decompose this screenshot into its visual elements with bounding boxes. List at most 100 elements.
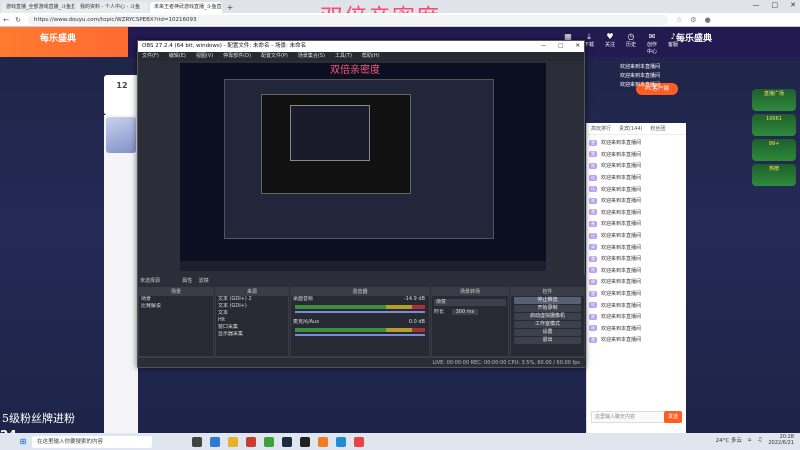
tab-fans[interactable]: 粉丝团 xyxy=(646,123,669,134)
profile-icon[interactable]: ● xyxy=(705,16,711,24)
obs-menubar: 文件(F) 编辑(E) 视图(V) 停靠部件(D) 配置文件(P) 场景集合(S… xyxy=(138,52,584,61)
obs-maximize-button[interactable]: □ xyxy=(558,41,563,52)
settings-button[interactable]: 设置 xyxy=(514,329,581,336)
menu-edit[interactable]: 编辑(E) xyxy=(169,52,186,61)
url-input[interactable]: https://www.douyu.com/topic/WZRYCSPEBX?r… xyxy=(28,14,668,25)
chat-row: 贰欢迎来到本直播间 xyxy=(589,311,684,323)
scenes-dock: 场景 场景 比赛解说 xyxy=(138,287,214,357)
obs-preview[interactable]: 双倍亲密度 xyxy=(180,63,546,271)
chat-row: 玖欢迎来到本直播间 xyxy=(589,299,684,311)
chat-row: 伍欢迎来到本直播间 xyxy=(589,230,684,242)
chat-row: 壹欢迎来到本直播间 xyxy=(589,149,684,161)
fan-badge: 贰 xyxy=(589,313,597,320)
obs-icon[interactable] xyxy=(300,436,310,447)
back-icon[interactable]: ← xyxy=(0,16,12,24)
extensions-icon[interactable]: ⚙ xyxy=(690,16,696,24)
ad-card[interactable]: 10061 xyxy=(752,114,796,136)
ad-card[interactable]: 热榜 xyxy=(752,164,796,186)
menu-view[interactable]: 视图(V) xyxy=(196,52,213,61)
obs-minimize-button[interactable]: — xyxy=(541,41,547,52)
window-controls: — □ ✕ xyxy=(753,1,797,9)
ad-card[interactable]: 99+ xyxy=(752,139,796,161)
menu-tools[interactable]: 工具(T) xyxy=(335,52,352,61)
follow-count[interactable]: 12 xyxy=(108,81,136,107)
send-button[interactable]: 发送 xyxy=(664,411,682,423)
chat-message: 欢迎来到本直播间 xyxy=(601,221,642,228)
taskview-icon[interactable] xyxy=(192,436,202,447)
source-item[interactable]: 文本 xyxy=(216,310,288,317)
obs-statusbar: LIVE: 00:00:00 REC: 00:00:00 CPU: 3.5%, … xyxy=(138,357,586,367)
minimize-button[interactable]: — xyxy=(753,1,760,9)
volume-icon[interactable]: ♫ xyxy=(757,437,762,443)
menu-docks[interactable]: 停靠部件(D) xyxy=(223,52,251,61)
studio-mode-button[interactable]: 工作室模式 xyxy=(514,321,581,328)
chat-row: 壹欢迎来到本直播间 xyxy=(589,253,684,265)
windows-start-icon[interactable]: ⊞ xyxy=(16,437,30,446)
star-icon[interactable]: ☆ xyxy=(676,16,682,24)
source-item[interactable]: 文本 (GDI+) 2 xyxy=(216,296,288,303)
weather[interactable]: 24°C 多云 xyxy=(716,436,742,444)
chat-message: 欢迎来到本直播间 xyxy=(601,302,642,309)
properties-button[interactable]: 属性 xyxy=(182,278,192,284)
taskbar-search[interactable]: 在这里输入你要搜索的内容 xyxy=(32,435,152,448)
close-button[interactable]: ✕ xyxy=(790,1,796,9)
netease-icon[interactable] xyxy=(354,436,364,447)
banner-right[interactable]: 每乐盛典 xyxy=(676,31,712,44)
menu-file[interactable]: 文件(F) xyxy=(142,52,159,61)
dock-title: 来源 xyxy=(216,288,288,296)
folder-icon[interactable] xyxy=(228,436,238,447)
wechat-icon[interactable] xyxy=(264,436,274,447)
douyu-icon[interactable] xyxy=(318,436,328,447)
ad-card[interactable]: 直播广场 xyxy=(752,89,796,111)
chat-row: 壹欢迎来到本直播间 xyxy=(589,334,684,346)
clock[interactable]: 20:28 2022/6/21 xyxy=(768,434,794,446)
browser-tab[interactable]: 我的资料 - 个人中心 - 斗鱼 xyxy=(76,2,148,13)
fan-badge-banner: 5级粉丝牌进粉 xyxy=(2,412,75,425)
menu-help[interactable]: 帮助(H) xyxy=(362,52,380,61)
scene-item[interactable]: 场景 xyxy=(139,296,213,303)
duration-input[interactable]: 300 ms xyxy=(451,309,479,315)
scene-item[interactable]: 比赛解说 xyxy=(139,303,213,310)
filters-button[interactable]: 滤镜 xyxy=(199,278,209,284)
volume-slider[interactable] xyxy=(295,311,425,313)
source-item[interactable]: 显示器采集 xyxy=(216,331,288,338)
stop-streaming-button[interactable]: 停止推流 xyxy=(514,297,581,304)
edge-icon[interactable] xyxy=(210,436,220,447)
avatar[interactable] xyxy=(106,117,136,153)
banner-left[interactable]: 每乐盛典 xyxy=(40,31,76,44)
source-item[interactable]: Hlt xyxy=(216,317,288,324)
menu-scene-collection[interactable]: 场景集合(S) xyxy=(298,52,325,61)
mixer-track: 桌面音频 -14.9 dB xyxy=(293,296,425,302)
chat-message: 欢迎来到本直播间 xyxy=(601,256,642,263)
browser-tab[interactable]: 游戏直播_全部游戏直播_斗鱼直播 xyxy=(2,2,74,13)
start-recording-button[interactable]: 开始录制 xyxy=(514,305,581,312)
source-item[interactable]: 文本 (GDI+) xyxy=(216,303,288,310)
msg-icon[interactable]: ✉ 创作中心 xyxy=(645,31,659,56)
refresh-icon[interactable]: ↻ xyxy=(12,16,24,24)
chrome-icon[interactable] xyxy=(246,436,256,447)
tab-vip[interactable]: 贵宾(144) xyxy=(615,123,646,134)
network-icon[interactable]: ⌂ xyxy=(748,437,752,443)
maximize-button[interactable]: □ xyxy=(772,1,779,9)
chat-message: 欢迎来到本直播间 xyxy=(601,279,642,286)
exit-button[interactable]: 退出 xyxy=(514,337,581,344)
qq-icon[interactable] xyxy=(336,436,346,447)
browser-tab-active[interactable]: 未来王者神武游戏直播_斗鱼直播 xyxy=(150,2,222,13)
transition-select[interactable]: 渐变 xyxy=(434,299,506,306)
chat-message: 欢迎来到本直播间 xyxy=(601,314,642,321)
virtual-camera-button[interactable]: 启动虚拟摄像机 xyxy=(514,313,581,320)
dock-title: 场景 xyxy=(139,288,213,296)
volume-meter xyxy=(295,328,425,332)
obs-titlebar: OBS 27.2.4 (64 bit, windows) - 配置文件: 未命名… xyxy=(138,41,584,52)
fan-badge: 壹 xyxy=(589,209,597,216)
new-tab-button[interactable]: + xyxy=(225,2,235,13)
source-item[interactable]: 窗口采集 xyxy=(216,324,288,331)
volume-slider[interactable] xyxy=(295,334,425,336)
heart-icon[interactable]: ♥ 关注 xyxy=(603,31,617,56)
menu-profile[interactable]: 配置文件(P) xyxy=(261,52,288,61)
steam-icon[interactable] xyxy=(282,436,292,447)
obs-close-button[interactable]: ✕ xyxy=(575,41,580,52)
clock-icon[interactable]: ◷ 历史 xyxy=(624,31,638,56)
tab-top-rank[interactable]: 高玩排行 xyxy=(587,123,615,134)
welcome-msg: 欢迎来到本直播间 xyxy=(620,82,661,88)
